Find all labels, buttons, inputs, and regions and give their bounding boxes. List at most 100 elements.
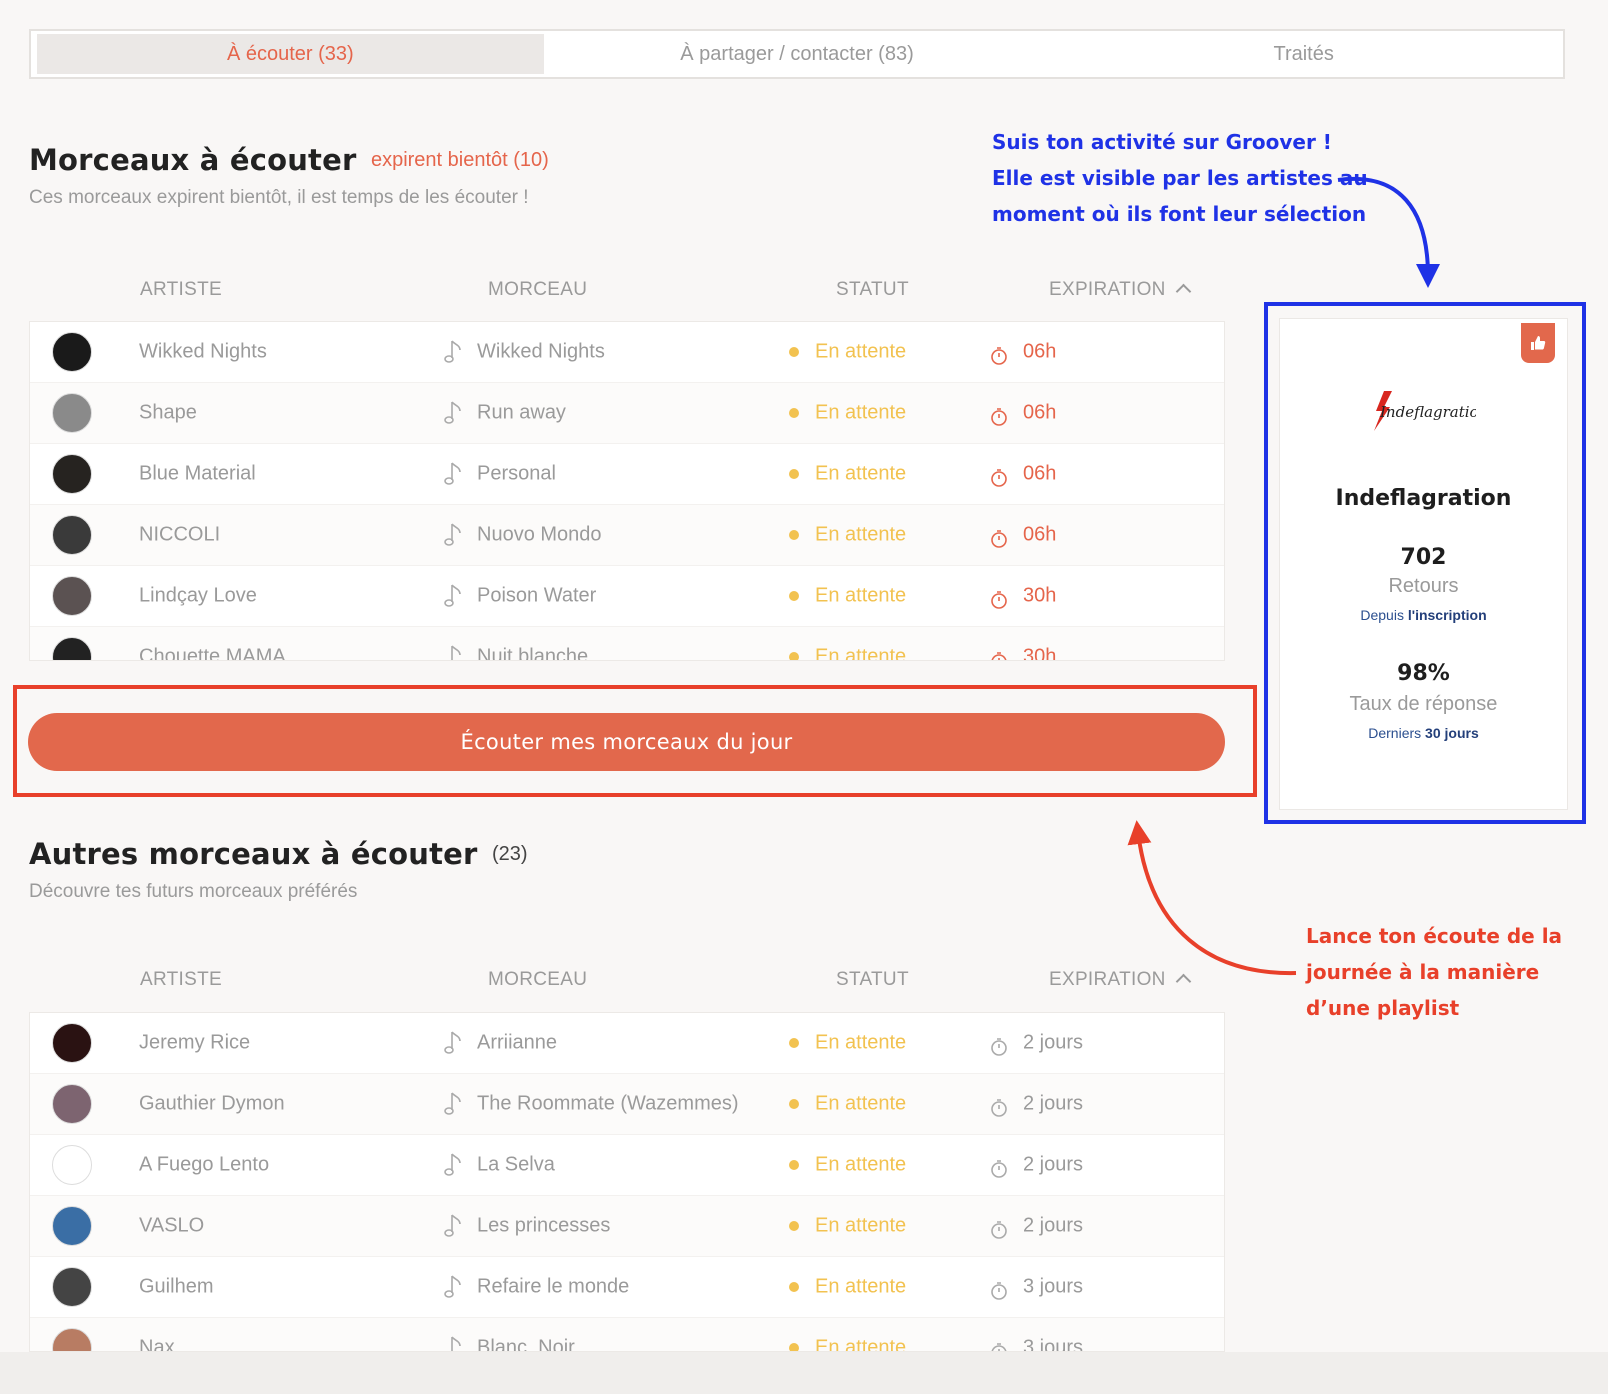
artist-avatar[interactable] (52, 1023, 92, 1063)
artist-avatar[interactable] (52, 1267, 92, 1307)
returns-note-bold: l'inscription (1407, 607, 1487, 623)
column-expiration[interactable]: EXPIRATION (1049, 279, 1191, 301)
artist-name[interactable]: Blue Material (139, 463, 256, 486)
artist-avatar[interactable] (52, 332, 92, 372)
timer-icon (991, 346, 1007, 365)
sort-chevron-up-icon (1175, 283, 1191, 300)
track-title[interactable]: Run away (477, 402, 566, 425)
status-text: En attente (815, 1336, 907, 1352)
annotation-red-line: journée à la manière (1306, 960, 1540, 984)
other-tracks-table: Jeremy Rice Arriianne En attente 2 jours Gau… (29, 1012, 1225, 1352)
track-title[interactable]: Personal (477, 463, 556, 486)
artist-name[interactable]: NICCOLI (139, 524, 220, 547)
expiration-value: 30h (1023, 584, 1057, 607)
status-text: En attente (815, 645, 907, 661)
track-title[interactable]: Nuovo Mondo (477, 524, 602, 547)
track-title[interactable]: Les princesses (477, 1215, 610, 1238)
timer-icon (991, 1342, 1007, 1351)
column-artist[interactable]: ARTISTE (140, 279, 222, 301)
column-status[interactable]: STATUT (836, 969, 909, 991)
tab-bar: À écouter (33) À partager / contacter (8… (29, 29, 1565, 79)
artist-avatar[interactable] (52, 1206, 92, 1246)
tab-a-partager[interactable]: À partager / contacter (83) (544, 34, 1051, 74)
table-row[interactable]: Jeremy Rice Arriianne En attente 2 jours (30, 1013, 1224, 1074)
artist-avatar[interactable] (52, 393, 92, 433)
table-row[interactable]: Nax Blanc, Noir En attente 3 jours (30, 1318, 1224, 1352)
listen-today-button[interactable]: Écouter mes morceaux du jour (28, 713, 1225, 771)
artist-avatar[interactable] (52, 1328, 92, 1351)
music-note-icon (444, 1153, 461, 1176)
artist-name[interactable]: VASLO (139, 1215, 204, 1238)
rate-note-prefix: Derniers (1368, 725, 1422, 741)
rate-note-bold: 30 jours (1425, 725, 1479, 741)
table-row[interactable]: Shape Run away En attente 06h (30, 383, 1224, 444)
status-text: En attente (815, 1092, 907, 1115)
table-header: ARTISTE MORCEAU STATUT EXPIRATION (29, 969, 1225, 999)
expiration-value: 2 jours (1023, 1214, 1084, 1237)
column-expiration-label: EXPIRATION (1049, 279, 1166, 300)
table-row[interactable]: A Fuego Lento La Selva En attente 2 jours (30, 1135, 1224, 1196)
expiration-value: 06h (1023, 462, 1057, 485)
column-track[interactable]: MORCEAU (488, 969, 587, 991)
returns-value: 702 (1400, 545, 1447, 570)
artist-name[interactable]: A Fuego Lento (139, 1154, 269, 1177)
annotation-red-line: d’une playlist (1306, 996, 1460, 1020)
column-status[interactable]: STATUT (836, 279, 909, 301)
section-description: Ces morceaux expirent bientôt, il est te… (29, 187, 529, 208)
table-row[interactable]: VASLO Les princesses En attente 2 jours (30, 1196, 1224, 1257)
artist-name[interactable]: Chouette MAMA (139, 646, 286, 661)
artist-name[interactable]: Wikked Nights (139, 341, 267, 364)
status-dot-icon (789, 1221, 799, 1231)
track-title[interactable]: Arriianne (477, 1032, 557, 1055)
music-note-icon (444, 1275, 461, 1298)
svg-text:Indeflagration: Indeflagration (1379, 403, 1476, 421)
expiration-value: 2 jours (1023, 1153, 1084, 1176)
artist-name[interactable]: Jeremy Rice (139, 1032, 250, 1055)
status-dot-icon (789, 1343, 799, 1351)
table-row[interactable]: Guilhem Refaire le monde En attente 3 jours (30, 1257, 1224, 1318)
artist-avatar[interactable] (52, 576, 92, 616)
column-track[interactable]: MORCEAU (488, 279, 587, 301)
artist-name[interactable]: Gauthier Dymon (139, 1093, 285, 1116)
artist-avatar[interactable] (52, 454, 92, 494)
table-row[interactable]: NICCOLI Nuovo Mondo En attente 06h (30, 505, 1224, 566)
curator-logo: Indeflagration (1370, 387, 1488, 435)
track-title[interactable]: Nuit blanche (477, 646, 588, 661)
track-title[interactable]: Poison Water (477, 585, 596, 608)
table-row[interactable]: Lindçay Love Poison Water En attente 30h (30, 566, 1224, 627)
tab-a-ecouter[interactable]: À écouter (33) (37, 34, 544, 74)
status-dot-icon (789, 652, 799, 660)
column-expiration[interactable]: EXPIRATION (1049, 969, 1191, 991)
artist-avatar[interactable] (52, 1145, 92, 1185)
table-row[interactable]: Chouette MAMA Nuit blanche En attente 30h (30, 627, 1224, 661)
artist-avatar[interactable] (52, 515, 92, 555)
track-title[interactable]: Blanc, Noir (477, 1337, 575, 1352)
track-title[interactable]: Refaire le monde (477, 1276, 629, 1299)
artist-name[interactable]: Shape (139, 402, 197, 425)
track-title[interactable]: La Selva (477, 1154, 555, 1177)
artist-name[interactable]: Guilhem (139, 1276, 213, 1299)
column-artist[interactable]: ARTISTE (140, 969, 222, 991)
status-dot-icon (789, 1099, 799, 1109)
status-dot-icon (789, 591, 799, 601)
table-row[interactable]: Blue Material Personal En attente 06h (30, 444, 1224, 505)
expiration-value: 06h (1023, 340, 1057, 363)
section-header-others: Autres morceaux à écouter (23) Découvre … (29, 837, 528, 903)
timer-icon (991, 468, 1007, 487)
table-row[interactable]: Wikked Nights Wikked Nights En attente 06h (30, 322, 1224, 383)
artist-name[interactable]: Nax (139, 1337, 175, 1352)
status-text: En attente (815, 584, 907, 607)
timer-icon (991, 1098, 1007, 1117)
track-title[interactable]: Wikked Nights (477, 341, 605, 364)
annotation-blue-line: Elle est visible par les artistes au (992, 166, 1368, 190)
annotation-blue-line: moment où ils font leur sélection (992, 202, 1367, 226)
artist-avatar[interactable] (52, 637, 92, 660)
status-text: En attente (815, 1275, 907, 1298)
artist-name[interactable]: Lindçay Love (139, 585, 257, 608)
artist-avatar[interactable] (52, 1084, 92, 1124)
tab-traites[interactable]: Traités (1050, 34, 1557, 74)
table-row[interactable]: Gauthier Dymon The Roommate (Wazemmes) En … (30, 1074, 1224, 1135)
timer-icon (991, 651, 1007, 660)
curator-profile-card: Indeflagration Indeflagration 702 Retour… (1279, 318, 1568, 810)
track-title[interactable]: The Roommate (Wazemmes) (477, 1093, 739, 1116)
